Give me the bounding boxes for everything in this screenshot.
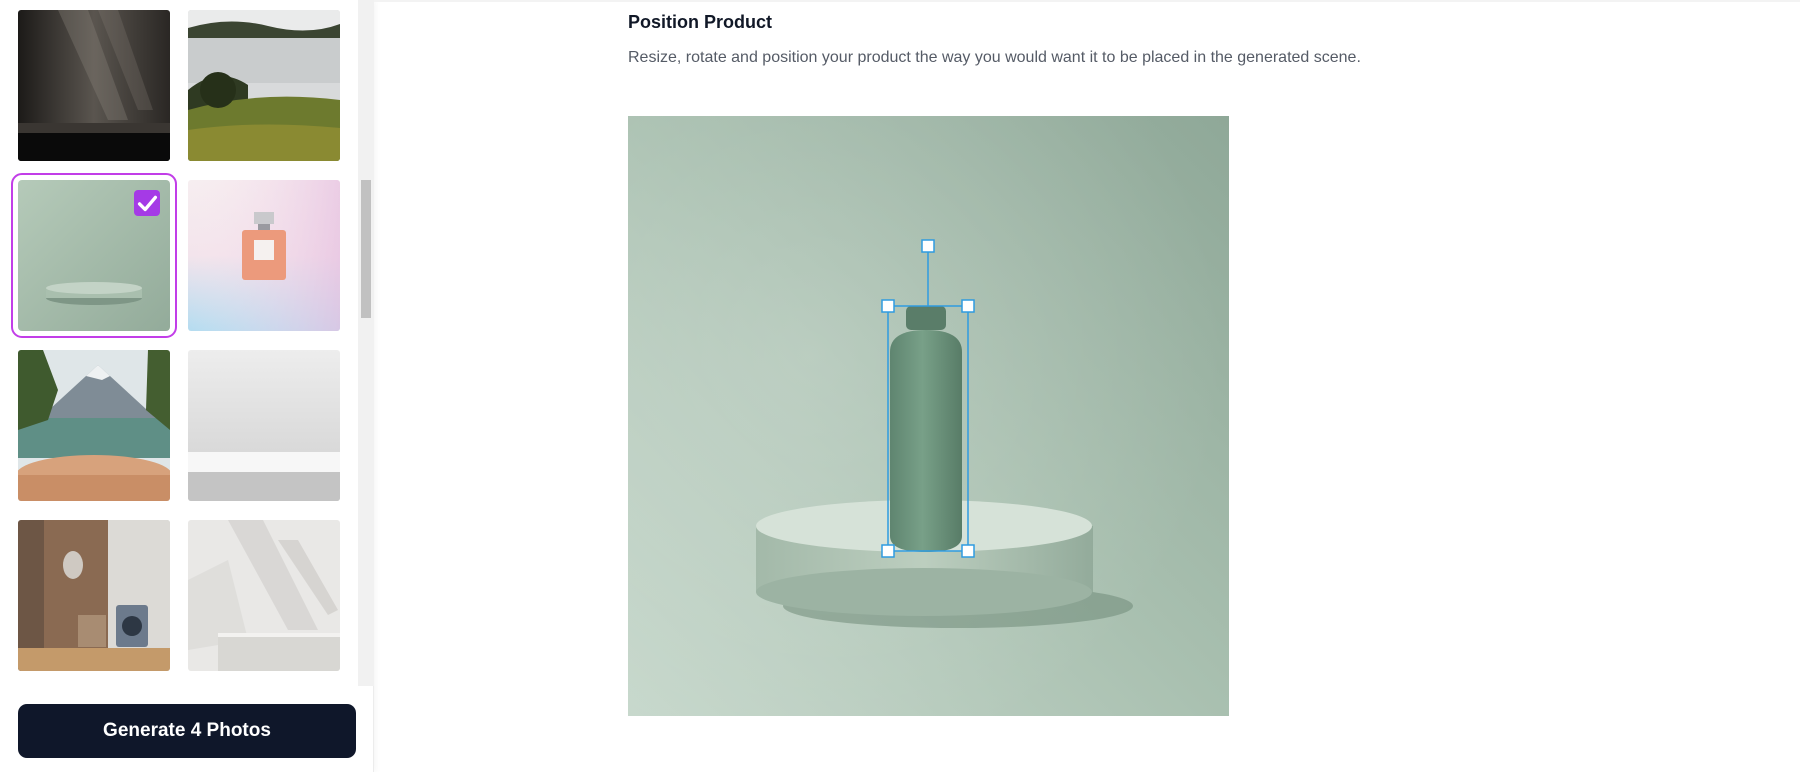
rotate-handle[interactable] bbox=[921, 239, 935, 253]
check-icon bbox=[137, 195, 158, 212]
scene-thumb-marble-shadows[interactable] bbox=[188, 520, 340, 671]
product-placement-canvas[interactable] bbox=[628, 116, 1229, 716]
selected-check-badge bbox=[134, 190, 160, 216]
product-bottle[interactable] bbox=[890, 306, 962, 552]
scene-thumb-perfume-pastel[interactable] bbox=[188, 180, 340, 331]
resize-handle-bottom-left[interactable] bbox=[881, 544, 895, 558]
resize-handle-top-right[interactable] bbox=[961, 299, 975, 313]
page-description: Resize, rotate and position your product… bbox=[628, 49, 1361, 66]
top-divider bbox=[374, 0, 1800, 2]
generate-photos-button[interactable]: Generate 4 Photos bbox=[18, 704, 356, 758]
scene-thumb-bathroom[interactable] bbox=[18, 520, 170, 671]
page-title: Position Product bbox=[628, 12, 772, 32]
sidebar-scrollbar-thumb[interactable] bbox=[361, 180, 371, 318]
scene-thumb-sage-podium[interactable] bbox=[11, 173, 177, 338]
scene-thumb-dark-shadow[interactable] bbox=[18, 10, 170, 161]
scene-thumb-foggy-hills[interactable] bbox=[188, 10, 340, 161]
resize-handle-top-left[interactable] bbox=[881, 299, 895, 313]
scene-thumb-mountain-lake[interactable] bbox=[18, 350, 170, 501]
resize-handle-bottom-right[interactable] bbox=[961, 544, 975, 558]
scene-sidebar: Generate 4 Photos bbox=[0, 0, 374, 772]
sidebar-scrollbar-track[interactable] bbox=[358, 0, 374, 686]
scene-thumb-white-shelf[interactable] bbox=[188, 350, 340, 501]
